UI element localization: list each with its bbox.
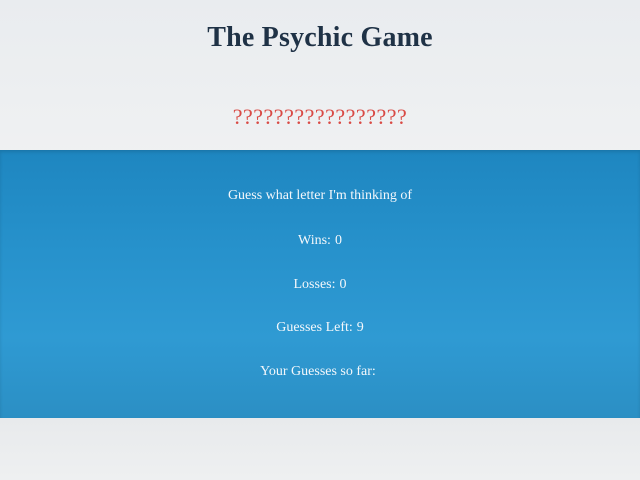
guesses-so-far-row: Your Guesses so far: xyxy=(0,364,640,380)
guesses-left-value: 9 xyxy=(356,320,364,335)
losses-value: 0 xyxy=(339,277,347,292)
wins-row: Wins: 0 xyxy=(0,233,640,249)
mystery-letter-display: ????????????????? xyxy=(232,104,408,129)
header: The Psychic Game ????????????????? xyxy=(0,0,640,150)
wins-value: 0 xyxy=(334,233,342,248)
game-prompt: Guess what letter I'm thinking of xyxy=(0,188,640,204)
wins-label: Wins: xyxy=(298,233,331,248)
guesses-left-row: Guesses Left: 9 xyxy=(0,320,640,336)
losses-label: Losses: xyxy=(293,277,336,292)
guesses-so-far-label: Your Guesses so far: xyxy=(260,364,376,379)
footer xyxy=(0,418,640,480)
losses-row: Losses: 0 xyxy=(0,277,640,293)
guesses-left-label: Guesses Left: xyxy=(276,320,353,335)
page-title: The Psychic Game xyxy=(207,22,433,53)
prompt-text: Guess what letter I'm thinking of xyxy=(227,188,413,203)
